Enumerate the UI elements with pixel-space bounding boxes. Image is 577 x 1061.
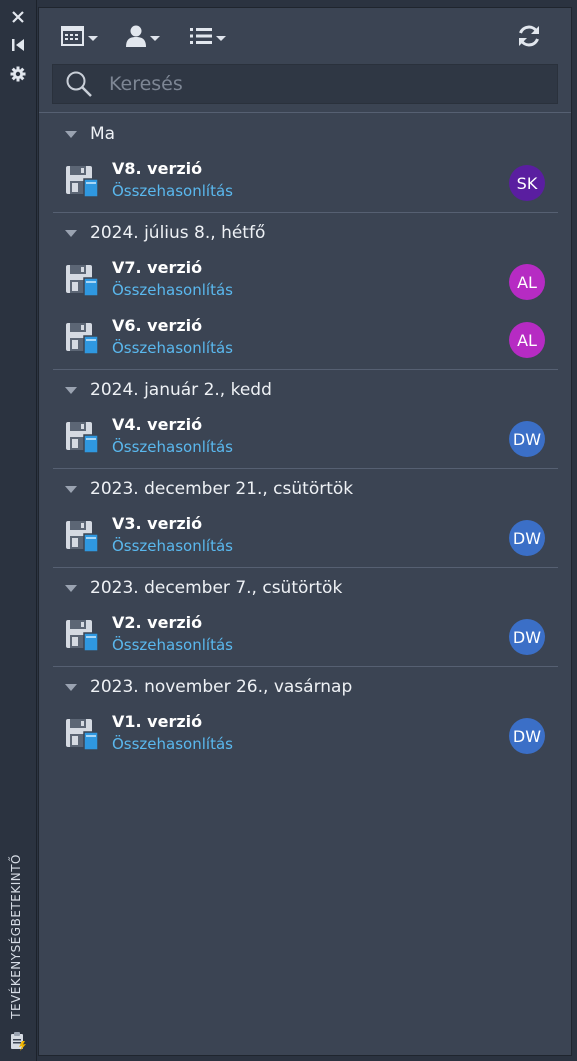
user-icon [125, 24, 147, 52]
version-entry[interactable]: V2. verzió Összehasonlítás DW [39, 608, 571, 666]
version-file-icon [65, 164, 101, 200]
version-file-icon [65, 420, 101, 456]
list-icon [189, 26, 213, 50]
version-file-icon [65, 519, 101, 555]
version-entry[interactable]: V7. verzió Összehasonlítás AL [39, 253, 571, 311]
version-entry[interactable]: V6. verzió Összehasonlítás AL [39, 311, 571, 369]
user-avatar[interactable]: DW [509, 421, 545, 457]
group-header[interactable]: 2024. január 2., kedd [39, 370, 571, 410]
refresh-button[interactable] [516, 24, 542, 52]
chevron-down-icon [216, 35, 226, 41]
version-list: Ma V8. verzió Összehasonlítás SK 2024. júli… [39, 114, 571, 765]
list-filter-button[interactable] [189, 24, 226, 52]
user-avatar[interactable]: DW [509, 520, 545, 556]
version-entry[interactable]: V1. verzió Összehasonlítás DW [39, 707, 571, 765]
search-input[interactable] [107, 72, 541, 96]
group-title: 2024. január 2., kedd [90, 380, 272, 400]
compare-link[interactable]: Összehasonlítás [112, 438, 233, 456]
user-avatar[interactable]: DW [509, 619, 545, 655]
panel-vertical-title: TEVÉKENYSÉGBETEKINTŐ [9, 854, 23, 1019]
collapse-triangle-icon [65, 683, 77, 691]
version-entry[interactable]: V4. verzió Összehasonlítás DW [39, 410, 571, 468]
gear-icon[interactable] [6, 63, 30, 85]
refresh-icon [516, 23, 542, 53]
version-name: V6. verzió [112, 316, 203, 335]
version-name: V4. verzió [112, 415, 203, 434]
user-avatar[interactable]: SK [509, 165, 545, 201]
activity-log-icon[interactable] [6, 1030, 30, 1052]
version-entry[interactable]: V3. verzió Összehasonlítás DW [39, 509, 571, 567]
search-box [52, 64, 558, 104]
compare-link[interactable]: Összehasonlítás [112, 735, 233, 753]
group-title: Ma [90, 124, 116, 144]
version-file-icon [65, 618, 101, 654]
group-header[interactable]: Ma [39, 114, 571, 154]
calendar-filter-button[interactable] [61, 24, 98, 52]
version-file-icon [65, 263, 101, 299]
version-name: V3. verzió [112, 514, 203, 533]
search-divider [39, 112, 571, 113]
group-header[interactable]: 2023. december 21., csütörtök [39, 469, 571, 509]
group-header[interactable]: 2023. november 26., vasárnap [39, 667, 571, 707]
compare-link[interactable]: Összehasonlítás [112, 182, 233, 200]
group-title: 2023. december 7., csütörtök [90, 578, 343, 598]
user-avatar[interactable]: AL [509, 322, 545, 358]
collapse-triangle-icon [65, 130, 77, 138]
group-header[interactable]: 2024. július 8., hétfő [39, 213, 571, 253]
user-filter-button[interactable] [125, 24, 160, 52]
compare-link[interactable]: Összehasonlítás [112, 636, 233, 654]
chevron-down-icon [150, 35, 160, 41]
collapse-triangle-icon [65, 229, 77, 237]
group-title: 2023. november 26., vasárnap [90, 677, 353, 697]
search-icon [65, 70, 93, 98]
toolbar [39, 8, 571, 64]
version-name: V1. verzió [112, 712, 203, 731]
version-name: V8. verzió [112, 159, 203, 178]
chevron-down-icon [88, 35, 98, 41]
compare-link[interactable]: Összehasonlítás [112, 281, 233, 299]
user-avatar[interactable]: AL [509, 264, 545, 300]
group-header[interactable]: 2023. december 7., csütörtök [39, 568, 571, 608]
version-file-icon [65, 321, 101, 357]
version-name: V7. verzió [112, 258, 203, 277]
version-name: V2. verzió [112, 613, 203, 632]
version-file-icon [65, 717, 101, 753]
calendar-icon [61, 25, 85, 51]
collapse-triangle-icon [65, 584, 77, 592]
user-avatar[interactable]: DW [509, 718, 545, 754]
collapse-triangle-icon [65, 485, 77, 493]
group-title: 2023. december 21., csütörtök [90, 479, 354, 499]
compare-link[interactable]: Összehasonlítás [112, 339, 233, 357]
version-entry[interactable]: V8. verzió Összehasonlítás SK [39, 154, 571, 212]
group-title: 2024. július 8., hétfő [90, 223, 266, 243]
activity-panel: Ma V8. verzió Összehasonlítás SK 2024. júli… [38, 7, 572, 1056]
close-icon[interactable] [6, 6, 30, 28]
compare-link[interactable]: Összehasonlítás [112, 537, 233, 555]
side-strip: TEVÉKENYSÉGBETEKINTŐ [0, 0, 37, 1061]
collapse-triangle-icon [65, 386, 77, 394]
collapse-icon[interactable] [6, 34, 30, 56]
